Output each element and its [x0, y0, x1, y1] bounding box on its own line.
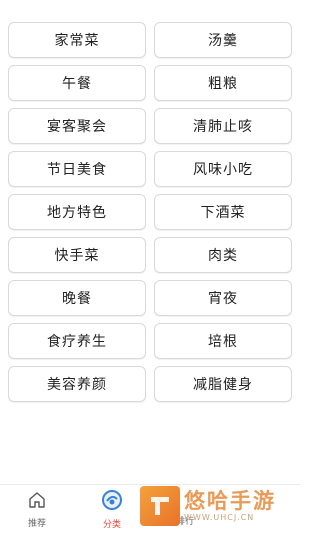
watermark-url: WWW.UHCJ.CN	[184, 513, 255, 522]
watermark-title: 悠哈手游	[184, 489, 276, 513]
category-item[interactable]: 风味小吃	[154, 151, 292, 187]
category-item[interactable]: 清肺止咳	[154, 108, 292, 144]
tab-home[interactable]: 推荐	[7, 485, 67, 533]
tab-category-label: 分类	[102, 519, 121, 530]
category-item[interactable]: 地方特色	[8, 194, 146, 230]
category-item[interactable]: 汤羹	[154, 22, 292, 58]
category-item[interactable]: 肉类	[154, 237, 292, 273]
category-item[interactable]: 培根	[154, 323, 292, 359]
category-item[interactable]: 午餐	[8, 65, 146, 101]
category-grid: 家常菜 汤羹 午餐 粗粮 宴客聚会 清肺止咳 节日美食 风味小吃 地方特色 下酒…	[8, 22, 292, 402]
category-item[interactable]: 美容养颜	[8, 366, 146, 402]
category-item[interactable]: 晚餐	[8, 280, 146, 316]
category-item[interactable]: 下酒菜	[154, 194, 292, 230]
category-item[interactable]: 减脂健身	[154, 366, 292, 402]
tab-category[interactable]: 分类	[82, 485, 142, 533]
category-item[interactable]: 节日美食	[8, 151, 146, 187]
watermark: 悠哈手游 WWW.UHCJ.CN	[140, 485, 300, 527]
tab-home-label: 推荐	[27, 518, 46, 529]
category-icon	[101, 489, 123, 515]
category-item[interactable]: 快手菜	[8, 237, 146, 273]
category-item[interactable]: 宴客聚会	[8, 108, 146, 144]
category-item[interactable]: 食疗养生	[8, 323, 146, 359]
category-item[interactable]: 宵夜	[154, 280, 292, 316]
category-item[interactable]: 粗粮	[154, 65, 292, 101]
home-icon	[27, 490, 47, 514]
category-item[interactable]: 家常菜	[8, 22, 146, 58]
watermark-logo	[140, 486, 180, 526]
